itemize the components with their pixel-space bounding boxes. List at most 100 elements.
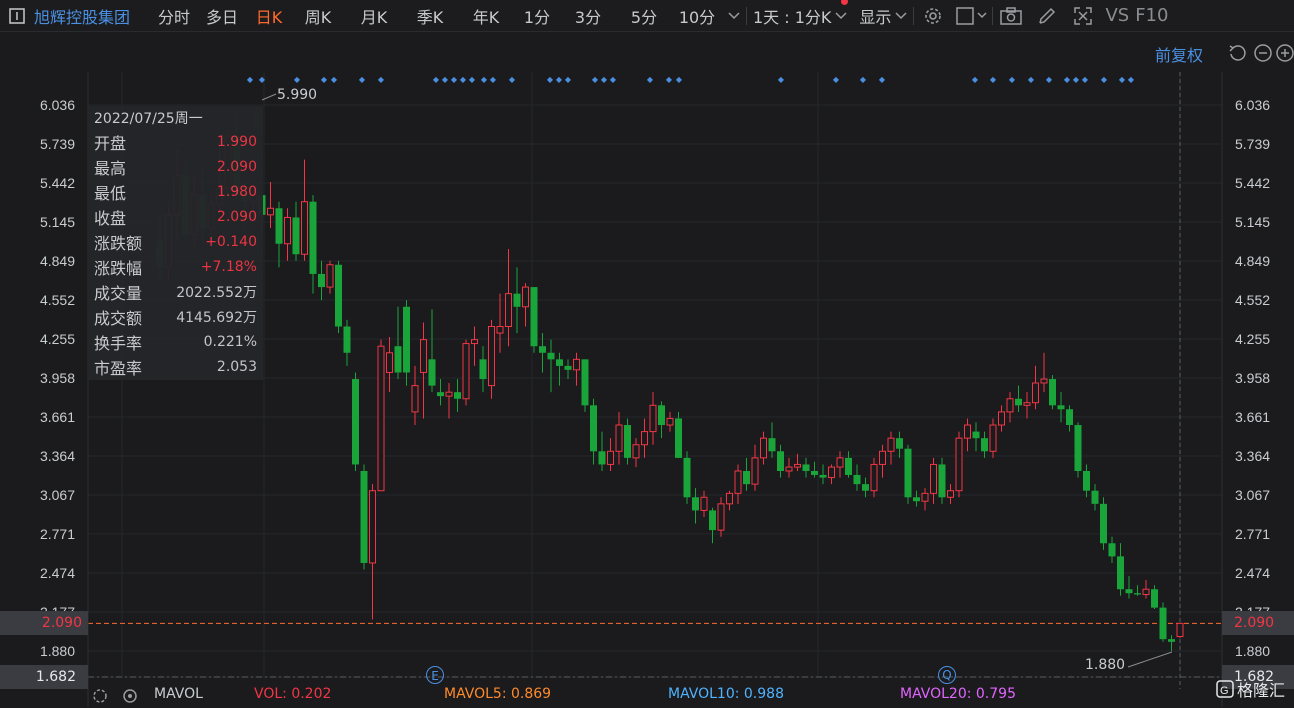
event-marker[interactable]: ◆: [247, 75, 254, 84]
candle[interactable]: [828, 464, 835, 485]
adjust-label[interactable]: 前复权: [1155, 42, 1203, 66]
candle[interactable]: [462, 339, 470, 406]
candle[interactable]: [343, 319, 351, 366]
candle[interactable]: [377, 339, 385, 492]
candle[interactable]: [862, 477, 869, 498]
pencil-icon[interactable]: [1029, 0, 1065, 32]
f10-button[interactable]: F10: [1135, 0, 1168, 32]
candle[interactable]: [666, 411, 674, 432]
zoom-in-icon[interactable]: [1276, 44, 1294, 66]
candle[interactable]: [318, 260, 325, 301]
candle[interactable]: [1100, 497, 1107, 550]
candle[interactable]: [1091, 484, 1099, 511]
event-marker[interactable]: ◆: [481, 75, 488, 84]
event-marker[interactable]: ◆: [610, 75, 617, 84]
event-marker[interactable]: ◆: [666, 75, 673, 84]
gear-icon[interactable]: [914, 0, 952, 32]
candle[interactable]: [403, 300, 410, 386]
candle[interactable]: [1040, 352, 1048, 393]
candle[interactable]: [751, 444, 759, 491]
eye-icon[interactable]: [122, 688, 138, 708]
gear-icon[interactable]: [92, 688, 108, 708]
tab-3[interactable]: 周K: [290, 0, 346, 32]
candle[interactable]: [768, 422, 776, 458]
candle[interactable]: [1083, 464, 1090, 498]
tab-9[interactable]: 5分: [616, 0, 672, 32]
tab-1[interactable]: 多日: [196, 0, 248, 32]
candle[interactable]: [352, 372, 359, 472]
tab-2[interactable]: 日K: [248, 0, 290, 32]
tab-10[interactable]: 10分: [672, 0, 722, 32]
tab-0[interactable]: 分时: [152, 0, 196, 32]
candle[interactable]: [301, 159, 308, 261]
candle[interactable]: [335, 260, 342, 334]
candle[interactable]: [1015, 385, 1022, 412]
event-marker[interactable]: ◆: [778, 75, 785, 84]
candle[interactable]: [292, 201, 300, 261]
display-menu[interactable]: 显示: [841, 0, 913, 32]
candle[interactable]: [471, 326, 478, 366]
candle[interactable]: [1006, 392, 1014, 423]
candle[interactable]: [658, 401, 665, 439]
event-marker[interactable]: ◆: [592, 75, 599, 84]
candle[interactable]: [275, 201, 283, 268]
candle[interactable]: [564, 359, 572, 380]
candle[interactable]: [1074, 422, 1082, 478]
candle[interactable]: [513, 267, 521, 334]
candle[interactable]: [1049, 375, 1056, 410]
candle[interactable]: [530, 287, 538, 353]
candle[interactable]: [437, 379, 444, 406]
candle[interactable]: [573, 352, 580, 386]
candle[interactable]: [955, 431, 963, 498]
candle[interactable]: [930, 457, 937, 504]
candle[interactable]: [998, 405, 1005, 432]
candle[interactable]: [267, 181, 274, 228]
candle[interactable]: [870, 457, 878, 498]
event-marker[interactable]: ◆: [1009, 75, 1016, 84]
fullscreen-icon[interactable]: [1065, 0, 1101, 32]
candle[interactable]: [1176, 622, 1184, 638]
candle[interactable]: [836, 451, 844, 478]
candle[interactable]: [1134, 585, 1141, 596]
period-selector[interactable]: 1天 : 1分K: [747, 0, 853, 32]
candle[interactable]: [360, 464, 368, 570]
candle[interactable]: [675, 411, 682, 458]
candle[interactable]: [743, 457, 750, 491]
candle[interactable]: [853, 464, 861, 491]
tab-7[interactable]: 1分: [514, 0, 560, 32]
camera-icon[interactable]: [993, 0, 1029, 32]
candle[interactable]: [777, 444, 784, 478]
candle[interactable]: [972, 422, 980, 452]
event-marker[interactable]: ◆: [490, 75, 497, 84]
candle[interactable]: [1168, 635, 1175, 651]
candle[interactable]: [309, 195, 317, 294]
event-marker[interactable]: ◆: [1046, 75, 1053, 84]
event-marker[interactable]: ◆: [1119, 75, 1126, 84]
candle[interactable]: [649, 392, 657, 445]
candle[interactable]: [802, 457, 810, 478]
candle[interactable]: [734, 464, 742, 504]
candle[interactable]: [1125, 576, 1133, 599]
event-marker[interactable]: ◆: [990, 75, 997, 84]
event-marker[interactable]: ◆: [321, 75, 328, 84]
event-marker[interactable]: ◆: [1073, 75, 1080, 84]
reset-icon[interactable]: [1228, 44, 1246, 66]
candle[interactable]: [496, 293, 504, 353]
zoom-out-icon[interactable]: [1254, 44, 1272, 66]
event-marker[interactable]: ◆: [833, 75, 840, 84]
candle[interactable]: [887, 431, 895, 465]
candle[interactable]: [394, 306, 402, 380]
candle[interactable]: [615, 411, 623, 465]
candle[interactable]: [760, 431, 767, 465]
candle[interactable]: [1117, 543, 1124, 596]
event-marker[interactable]: ◆: [647, 75, 654, 84]
candle[interactable]: [904, 444, 912, 504]
candle[interactable]: [488, 319, 495, 399]
event-marker[interactable]: ◆: [451, 75, 458, 84]
event-marker[interactable]: ◆: [442, 75, 449, 84]
tab-4[interactable]: 月K: [346, 0, 402, 32]
stock-title[interactable]: 旭辉控股集团: [34, 0, 152, 32]
candle[interactable]: [590, 398, 597, 465]
candle[interactable]: [581, 359, 589, 412]
candle[interactable]: [386, 337, 393, 393]
